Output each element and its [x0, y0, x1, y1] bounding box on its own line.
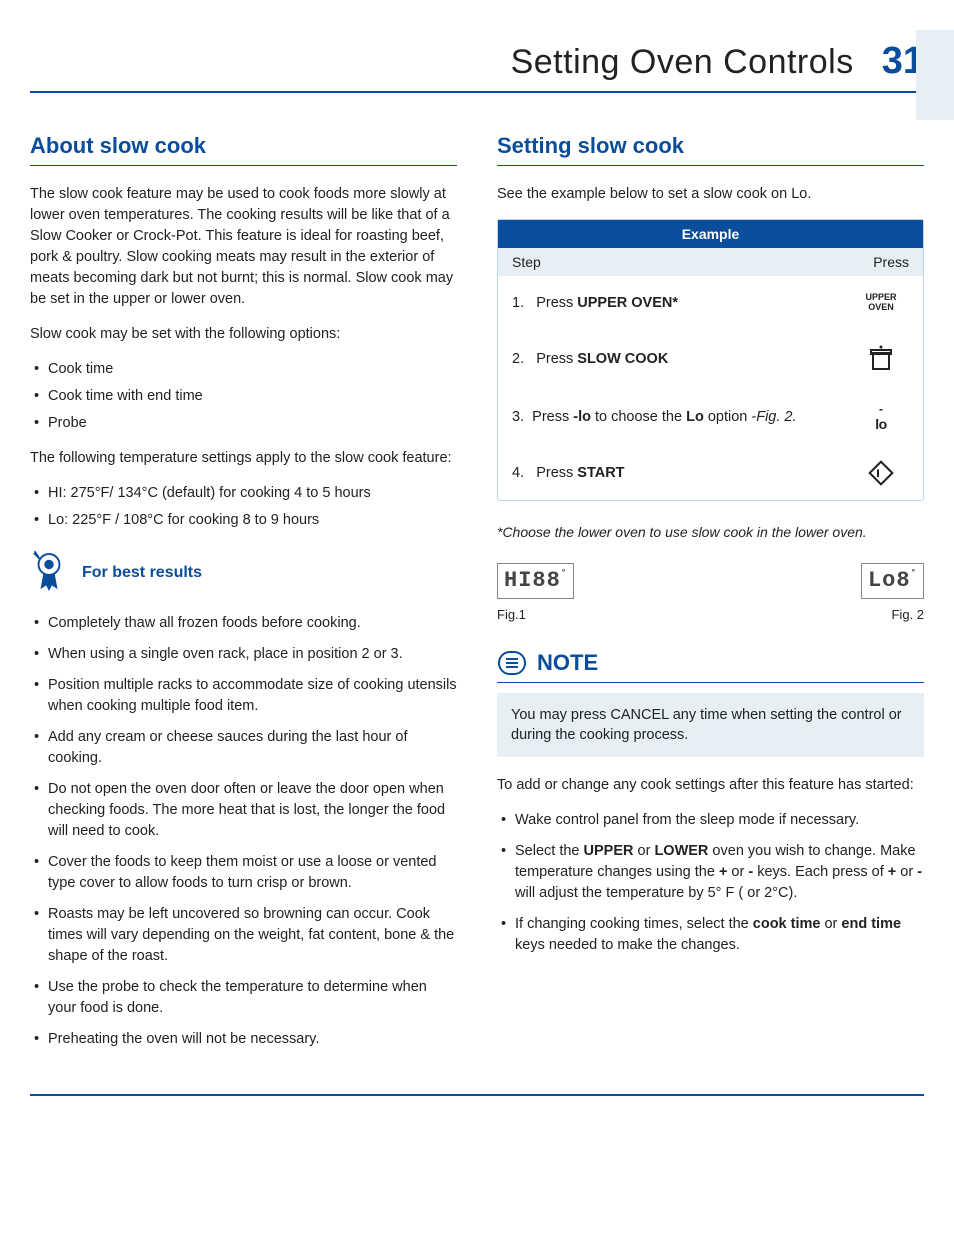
t: or	[633, 843, 654, 859]
step-prefix: Press	[532, 409, 573, 425]
note-heading: NOTE	[537, 650, 598, 676]
display-text: HI88	[504, 568, 561, 593]
fig2-label: Fig. 2	[861, 607, 924, 622]
t: end time	[841, 916, 901, 932]
temp-item: Lo: 225°F / 108°C for cooking 8 to 9 hou…	[34, 510, 457, 531]
example-table: Example Step Press 1. Press UPPER OVEN* …	[497, 219, 924, 501]
step-num: 1.	[512, 295, 524, 311]
t: keys needed to make the changes.	[515, 937, 740, 953]
step-num: 2.	[512, 351, 524, 367]
option-item: Probe	[34, 413, 457, 434]
best-result-item: Completely thaw all frozen foods before …	[34, 613, 457, 634]
footnote: *Choose the lower oven to use slow cook …	[497, 523, 924, 543]
after-item: Wake control panel from the sleep mode i…	[501, 810, 924, 831]
best-result-item: Use the probe to check the temperature t…	[34, 977, 457, 1019]
step-suffix: option	[704, 409, 752, 425]
note-body: You may press CANCEL any time when setti…	[497, 693, 924, 758]
step-bold: -lo	[573, 409, 591, 425]
best-result-item: Position multiple racks to accommodate s…	[34, 675, 457, 717]
btn-line: UPPER	[865, 292, 896, 302]
right-column: Setting slow cook See the example below …	[497, 133, 924, 1064]
fig1-label: Fig.1	[497, 607, 574, 622]
start-icon	[868, 460, 894, 486]
t: UPPER	[584, 843, 634, 859]
step-prefix: Press	[536, 351, 577, 367]
t: or	[727, 864, 748, 880]
after-item: Select the UPPER or LOWER oven you wish …	[501, 841, 924, 904]
best-results-heading: For best results	[82, 564, 202, 582]
btn-line: OVEN	[868, 302, 894, 312]
options-intro: Slow cook may be set with the following …	[30, 324, 457, 345]
left-column: About slow cook The slow cook feature ma…	[30, 133, 457, 1064]
table-row: 1. Press UPPER OVEN* UPPER OVEN	[498, 276, 923, 330]
best-result-item: Roasts may be left uncovered so browning…	[34, 904, 457, 967]
t: If changing cooking times, select the	[515, 916, 753, 932]
intro-paragraph: The slow cook feature may be used to coo…	[30, 184, 457, 310]
temp-item: HI: 275°F/ 134°C (default) for cooking 4…	[34, 483, 457, 504]
setting-slow-cook-heading: Setting slow cook	[497, 133, 924, 166]
footer-divider	[30, 1094, 924, 1096]
table-row: 3. Press -lo to choose the Lo option -Fi…	[498, 388, 923, 446]
t: or	[820, 916, 841, 932]
step-num: 3.	[512, 409, 524, 425]
step-bold: UPPER OVEN*	[577, 295, 678, 311]
table-title: Example	[498, 220, 923, 248]
option-item: Cook time	[34, 359, 457, 380]
best-result-item: Do not open the oven door often or leave…	[34, 779, 457, 842]
upper-oven-button-icon: UPPER OVEN	[865, 293, 896, 313]
lo-button-icon: lo	[875, 416, 886, 432]
option-item: Cook time with end time	[34, 386, 457, 407]
step-num: 4.	[512, 465, 524, 481]
page-title: Setting Oven Controls	[511, 43, 854, 82]
slow-cook-icon	[867, 344, 895, 374]
step-mid: to choose the	[591, 409, 686, 425]
t: -	[917, 864, 922, 880]
ribbon-icon	[30, 549, 68, 597]
step-prefix: Press	[536, 465, 577, 481]
best-result-item: Cover the foods to keep them moist or us…	[34, 852, 457, 894]
step-prefix: Press	[536, 295, 577, 311]
step-bold: SLOW COOK	[577, 351, 668, 367]
page-edge-strip	[916, 30, 954, 120]
minus-icon: -	[879, 402, 883, 416]
setting-intro: See the example below to set a slow cook…	[497, 184, 924, 205]
t: LOWER	[654, 843, 708, 859]
step-bold: Lo	[686, 409, 704, 425]
fig1-display: HI88°	[497, 563, 574, 599]
table-row: 4. Press START	[498, 446, 923, 500]
t: or	[896, 864, 917, 880]
temps-intro: The following temperature settings apply…	[30, 448, 457, 469]
note-icon	[497, 650, 527, 676]
t: +	[888, 864, 896, 880]
page-header: Setting Oven Controls 31	[30, 40, 924, 93]
t: Select the	[515, 843, 584, 859]
best-result-item: Preheating the oven will not be necessar…	[34, 1029, 457, 1050]
about-slow-cook-heading: About slow cook	[30, 133, 457, 166]
fig2-display: Lo8°	[861, 563, 924, 599]
col-step: Step	[512, 254, 541, 270]
step-italic: -Fig. 2.	[751, 409, 796, 425]
best-result-item: When using a single oven rack, place in …	[34, 644, 457, 665]
t: cook time	[753, 916, 821, 932]
t: will adjust the temperature by 5° F ( or…	[515, 885, 797, 901]
after-item: If changing cooking times, select the co…	[501, 914, 924, 956]
col-press: Press	[873, 254, 909, 270]
after-intro: To add or change any cook settings after…	[497, 775, 924, 796]
step-bold: START	[577, 465, 624, 481]
display-text: Lo8	[868, 568, 911, 593]
best-result-item: Add any cream or cheese sauces during th…	[34, 727, 457, 769]
table-row: 2. Press SLOW COOK	[498, 330, 923, 388]
t: keys. Each press of	[753, 864, 888, 880]
